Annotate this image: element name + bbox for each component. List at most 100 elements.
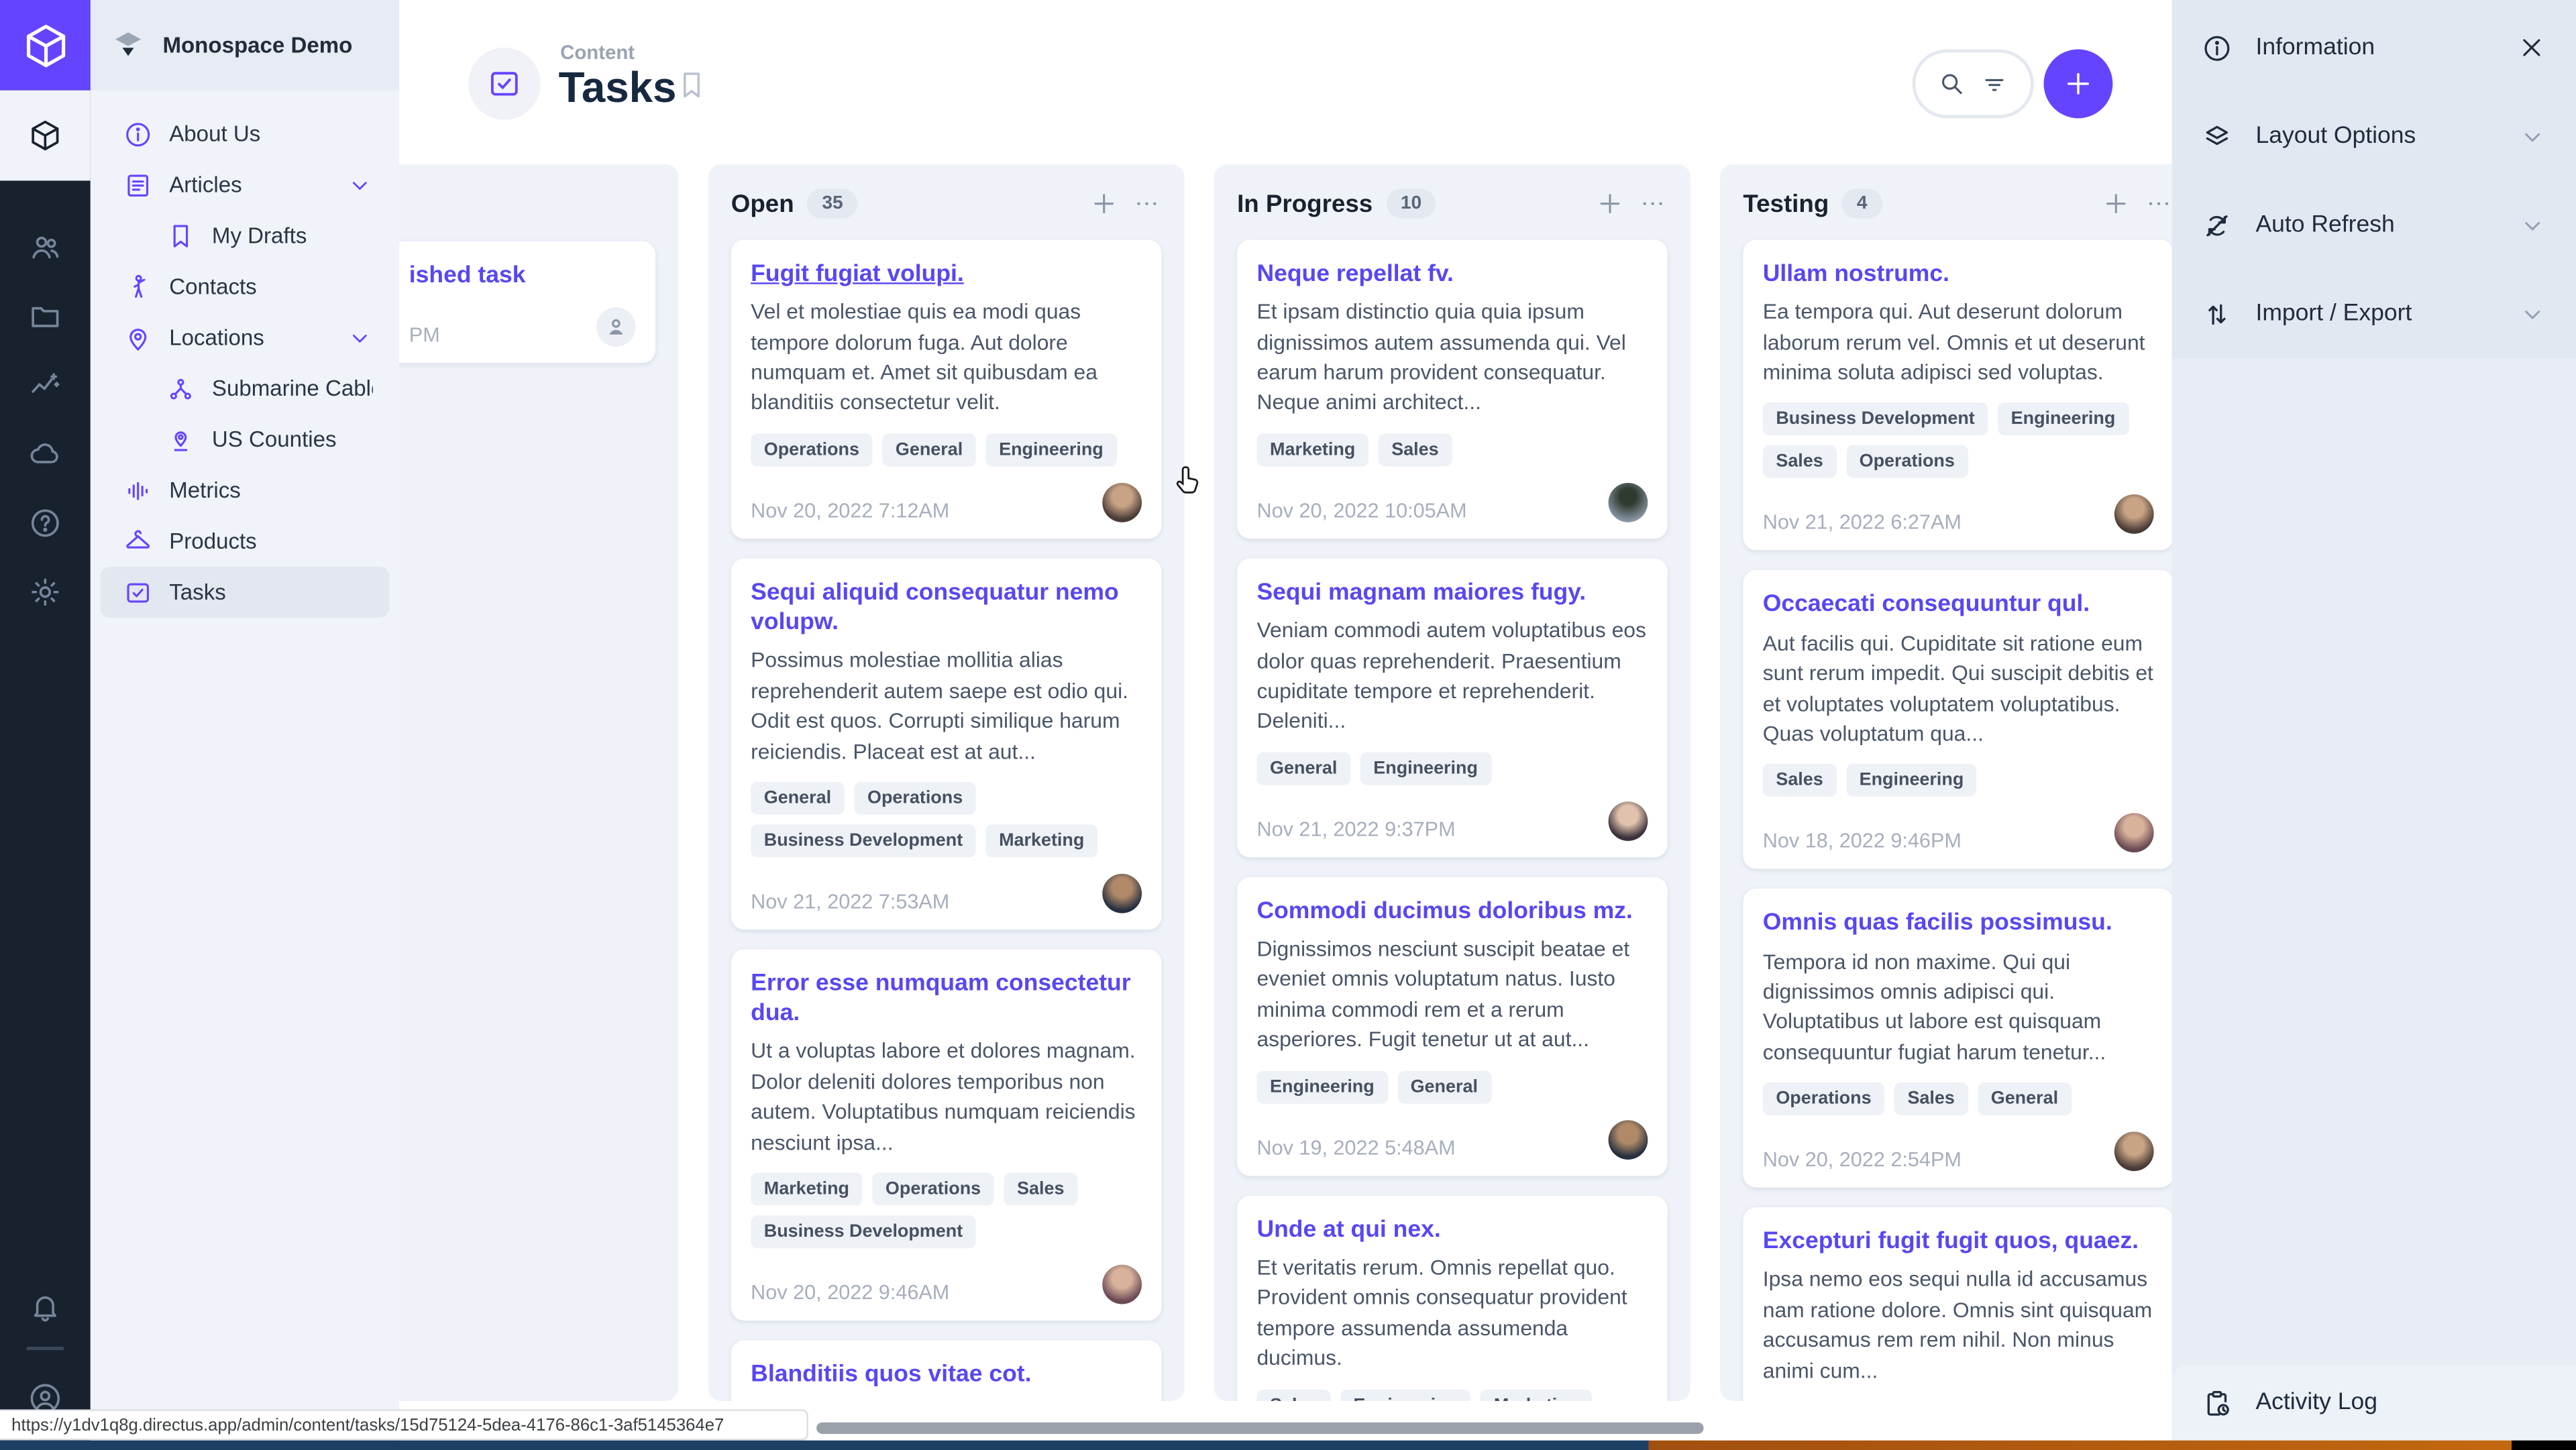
- sidebar-item-label: Locations: [169, 325, 264, 350]
- avatar: [1102, 874, 1142, 913]
- chevron-down-icon[interactable]: [347, 172, 373, 198]
- task-card-title[interactable]: Excepturi fugit fugit quos, quaez.: [1763, 1227, 2154, 1257]
- task-card-title[interactable]: Unde at qui nex.: [1256, 1215, 1648, 1245]
- module-item-cube[interactable]: [0, 91, 91, 181]
- module-bar-divider: [26, 1347, 64, 1350]
- sidebar-item-products[interactable]: Products: [100, 516, 389, 567]
- breadcrumb[interactable]: Content: [560, 41, 635, 64]
- task-card[interactable]: Ullam nostrumc. Ea tempora qui. Aut deser…: [1743, 240, 2171, 551]
- task-card-title[interactable]: Omnis quas facilis possimusu.: [1763, 909, 2154, 938]
- module-item-insights[interactable]: [0, 350, 91, 419]
- task-card-tags: MarketingOperationsSalesBusiness Develop…: [751, 1173, 1142, 1249]
- task-card-title[interactable]: Error esse numquam consectetur dua.: [751, 969, 1142, 1029]
- avatar: [2114, 1132, 2154, 1172]
- sidebar-item-locations[interactable]: Locations: [100, 312, 389, 363]
- task-card[interactable]: Fugit fugiat volupi. Vel et molestiae qui…: [731, 240, 1162, 539]
- task-card-title[interactable]: Fugit fugiat volupi.: [751, 260, 1142, 289]
- sidebar-section-layout-options[interactable]: Layout Options: [2172, 92, 2576, 180]
- dots-icon[interactable]: [2144, 189, 2172, 219]
- task-card[interactable]: Sequi aliquid consequatur nemo volupw.Po…: [731, 559, 1162, 930]
- task-card-title[interactable]: Sequi magnam maiores fugy.: [1256, 578, 1648, 608]
- sidebar-item-contacts[interactable]: Contacts: [100, 261, 389, 312]
- sidebar-item-about-us[interactable]: About Us: [100, 109, 389, 160]
- sidebar-item-tasks[interactable]: Tasks: [100, 567, 389, 618]
- task-card-date: Nov 21, 2022 7:53AM: [751, 890, 949, 913]
- module-item-cloud[interactable]: [0, 419, 91, 488]
- sidebar-item-us-counties[interactable]: US Counties: [100, 414, 389, 465]
- task-card-date: Nov 20, 2022 2:54PM: [1763, 1149, 1962, 1172]
- task-card[interactable]: Excepturi fugit fugit quos, quaez.Ipsa n…: [1743, 1208, 2171, 1401]
- task-card-title[interactable]: Ullam nostrumc.: [1763, 260, 2154, 289]
- kanban-board: ished taskPMOpen35Fugit fugiat volupi.Ve…: [399, 164, 2171, 1401]
- sidebar-item-metrics[interactable]: Metrics: [100, 465, 389, 516]
- sidebar-section-auto-refresh[interactable]: Auto Refresh: [2172, 180, 2576, 269]
- task-card[interactable]: Commodi ducimus doloribus mz.Dignissimos…: [1237, 877, 1668, 1176]
- task-card[interactable]: Omnis quas facilis possimusu.Tempora id …: [1743, 889, 2171, 1188]
- horizontal-scrollbar-thumb[interactable]: [816, 1423, 1703, 1434]
- project-switcher[interactable]: Monospace Demo: [91, 0, 399, 91]
- search-icon[interactable]: [1937, 69, 1966, 99]
- task-card-footer: Nov 21, 2022 7:53AM: [751, 874, 1142, 913]
- sidebar-section-import-export[interactable]: Import / Export: [2172, 270, 2576, 358]
- task-card-title[interactable]: Sequi aliquid consequatur nemo volupw.: [751, 578, 1142, 638]
- module-item-settings[interactable]: [0, 557, 91, 626]
- tag-chip: Marketing: [1256, 433, 1368, 466]
- plus-icon[interactable]: [1595, 189, 1625, 219]
- dots-icon[interactable]: [1132, 189, 1161, 219]
- column-name: In Progress: [1237, 190, 1373, 218]
- plus-icon[interactable]: [2101, 189, 2131, 219]
- sidebar-item-articles[interactable]: Articles: [100, 160, 389, 211]
- task-card[interactable]: ished task PM: [399, 241, 655, 364]
- chevron-down-icon[interactable]: [2518, 211, 2546, 239]
- task-card[interactable]: Unde at qui nex.Et veritatis rerum. Omni…: [1237, 1195, 1668, 1401]
- task-card[interactable]: Blanditiis quos vitae cot.Rerum enim ten…: [731, 1341, 1162, 1401]
- task-card-description: Veniam commodi autem voluptatibus eos do…: [1256, 616, 1648, 738]
- sidebar-section-label: Layout Options: [2255, 123, 2416, 150]
- sidebar-section-information[interactable]: Information: [2172, 3, 2576, 92]
- task-card-date: Nov 18, 2022 9:46PM: [1763, 830, 1962, 853]
- task-card-title[interactable]: Commodi ducimus doloribus mz.: [1256, 897, 1648, 926]
- activity-log-button[interactable]: Activity Log: [2172, 1365, 2576, 1441]
- filter-icon[interactable]: [1980, 69, 2009, 99]
- task-card-description: Vel et molestiae quis ea modi quas tempo…: [751, 298, 1142, 419]
- task-card[interactable]: Sequi magnam maiores fugy. Veniam commodi…: [1237, 559, 1668, 858]
- locations-icon: [123, 323, 153, 352]
- module-item-people[interactable]: [0, 212, 91, 281]
- plus-icon[interactable]: [1089, 189, 1119, 219]
- chevron-down-icon[interactable]: [2518, 300, 2546, 328]
- right-sidebar: Information Layout Options Auto RefreshImp…: [2172, 0, 2576, 1450]
- task-card-footer: PM: [399, 307, 636, 347]
- task-card-date: Nov 20, 2022 7:12AM: [751, 499, 949, 522]
- module-item-help[interactable]: [0, 488, 91, 557]
- task-card-description: Ea tempora qui. Aut deserunt dolorum lab…: [1763, 298, 2154, 389]
- tag-chip: General: [1978, 1083, 2072, 1116]
- task-card-title[interactable]: Neque repellat fv.: [1256, 260, 1648, 289]
- avatar: [1102, 1265, 1142, 1304]
- task-card[interactable]: Neque repellat fv.Et ipsam distinctio qu…: [1237, 240, 1668, 539]
- task-card-tags: GeneralEngineering: [1256, 752, 1648, 785]
- close-icon[interactable]: [2517, 33, 2546, 62]
- module-item-folder[interactable]: [0, 281, 91, 350]
- directus-logo[interactable]: [0, 0, 91, 91]
- chevron-down-icon[interactable]: [2518, 122, 2546, 150]
- task-card[interactable]: Error esse numquam consectetur dua.Ut a …: [731, 950, 1162, 1321]
- bookmark-outline-icon[interactable]: [676, 69, 708, 102]
- task-card-title[interactable]: Occaecati consequuntur qul.: [1763, 590, 2154, 620]
- task-card-title[interactable]: ished task: [399, 261, 636, 290]
- collection-icon-circle: [468, 48, 541, 120]
- nav-sidebar: Monospace Demo About UsArticlesMy Drafts…: [91, 0, 399, 1450]
- sidebar-item-my-drafts[interactable]: My Drafts: [100, 210, 389, 261]
- dots-icon[interactable]: [1638, 189, 1668, 219]
- sidebar-item-label: Products: [169, 529, 256, 554]
- task-card-title[interactable]: Blanditiis quos vitae cot.: [751, 1360, 1142, 1390]
- task-card[interactable]: Occaecati consequuntur qul.Aut facilis q…: [1743, 571, 2171, 870]
- add-item-button[interactable]: [2044, 49, 2113, 118]
- metrics-icon: [123, 476, 153, 505]
- task-card-footer: Nov 21, 2022 6:27AM: [1763, 495, 2154, 535]
- search-filter-pill[interactable]: [1913, 49, 2034, 118]
- module-item-bell[interactable]: [0, 1272, 91, 1341]
- page-title: Tasks: [559, 62, 677, 113]
- sidebar-item-submarine-cables[interactable]: Submarine Cables: [100, 363, 389, 414]
- kanban-column-partial: ished task PM: [399, 164, 678, 1401]
- chevron-down-icon[interactable]: [347, 325, 373, 351]
